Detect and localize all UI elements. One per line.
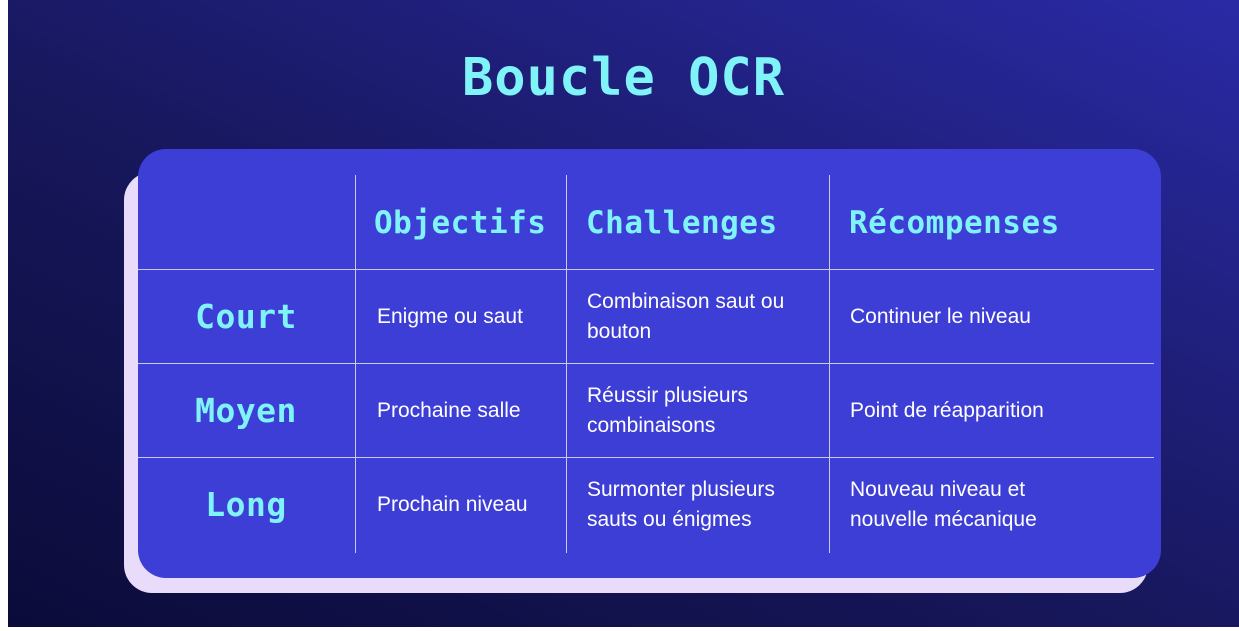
table-cell: Surmonter plusieurs sauts ou énigmes (587, 478, 775, 531)
row-header-moyen: Moyen (195, 391, 297, 430)
table-cell: Prochain niveau (377, 493, 528, 516)
table-cell: Nouveau niveau et nouvelle mécanique (850, 478, 1037, 531)
column-header-recompenses: Récompenses (849, 205, 1060, 241)
loop-table: Objectifs Challenges Récompenses Court E… (138, 149, 1161, 578)
column-divider (829, 175, 830, 553)
table-cell: Combinaison saut ou bouton (587, 290, 785, 343)
table-cell: Enigme ou saut (377, 305, 523, 328)
column-divider (355, 175, 356, 553)
row-header-long: Long (205, 485, 287, 524)
table-cell: Réussir plusieurs combinaisons (587, 384, 749, 437)
table-cell: Point de réapparition (850, 399, 1044, 422)
table-cell: Continuer le niveau (850, 305, 1031, 328)
slide: Boucle OCR Objectifs Challenges Récompen… (8, 0, 1239, 627)
column-divider (566, 175, 567, 553)
column-header-challenges: Challenges (586, 205, 778, 241)
column-header-objectifs: Objectifs (374, 205, 547, 241)
table-cell: Prochaine salle (377, 399, 521, 422)
row-header-court: Court (195, 297, 297, 336)
slide-title: Boucle OCR (461, 48, 786, 108)
